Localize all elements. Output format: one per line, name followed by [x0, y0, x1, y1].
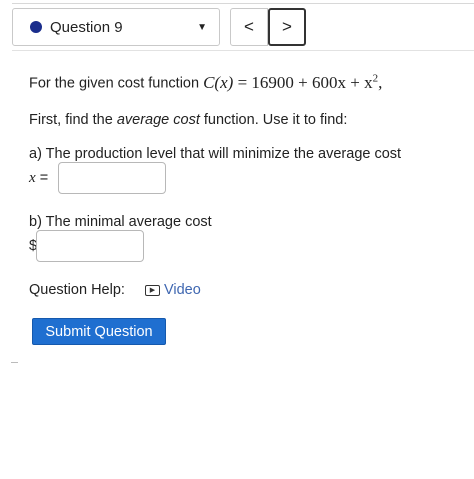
- instruction-emphasis: average cost: [116, 112, 200, 128]
- question-select[interactable]: Question 9 ▼: [12, 8, 220, 46]
- function-expression: C(x) = 16900 + 600x + x2,: [203, 72, 383, 92]
- intro-text: For the given cost function: [29, 75, 204, 92]
- play-icon: ▶: [144, 284, 160, 296]
- production-level-input[interactable]: [58, 162, 166, 194]
- previous-question-button[interactable]: <: [230, 8, 268, 46]
- video-link-label: Video: [163, 282, 201, 298]
- function-rhs: 16900 + 600x + x: [251, 72, 373, 92]
- next-question-button[interactable]: >: [268, 8, 306, 46]
- question-label: Question 9: [50, 18, 123, 36]
- part-a-label: x =: [29, 170, 48, 187]
- minimal-average-cost-input[interactable]: [36, 230, 144, 262]
- instruction-suffix: function. Use it to find:: [199, 112, 348, 128]
- part-a-prompt: a) The production level that will minimi…: [29, 146, 402, 162]
- part-b-prompt: b) The minimal average cost: [29, 214, 212, 230]
- instruction-line: First, find the average cost function. U…: [29, 112, 347, 128]
- submit-question-button[interactable]: Submit Question: [32, 318, 166, 345]
- cost-function-line: For the given cost function C(x) = 16900…: [29, 72, 382, 93]
- var-x-label: x: [29, 170, 36, 186]
- top-divider: [12, 3, 474, 4]
- video-link[interactable]: ▶ Video: [144, 282, 201, 298]
- footer-divider: [11, 362, 18, 363]
- function-lhs: C(x): [203, 72, 234, 92]
- question-help: Question Help: ▶ Video: [29, 282, 201, 298]
- header-divider: [12, 50, 474, 51]
- question-status-dot: [30, 21, 42, 33]
- instruction-prefix: First, find the: [29, 112, 117, 128]
- dropdown-caret-icon: ▼: [197, 21, 207, 33]
- trailing-comma: ,: [378, 72, 383, 92]
- equals-sign: =: [39, 170, 49, 186]
- question-help-label: Question Help:: [29, 282, 125, 298]
